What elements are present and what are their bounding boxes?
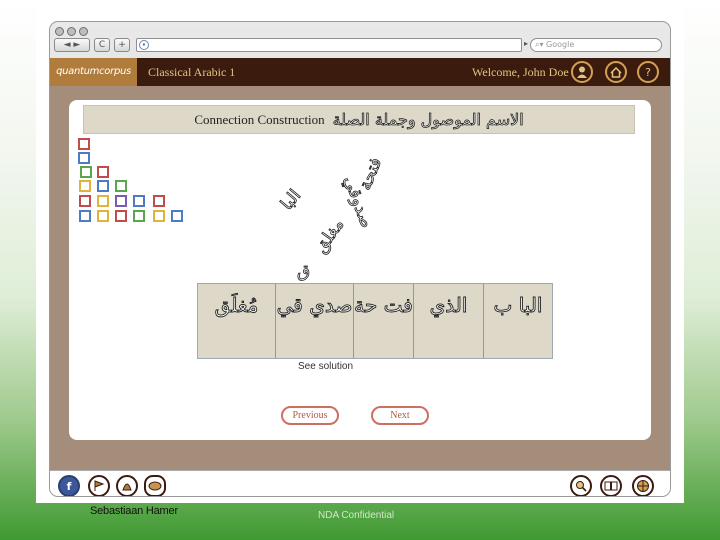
app-logo[interactable]: quantumcorpus bbox=[50, 58, 137, 86]
block-icon bbox=[97, 180, 109, 192]
welcome-text: Welcome, John Doe bbox=[472, 65, 569, 79]
block-icon bbox=[97, 195, 109, 207]
block-icon bbox=[97, 210, 109, 222]
block-icon bbox=[153, 210, 165, 222]
author-label: Sebastiaan Hamer bbox=[90, 505, 178, 517]
window-zoom-dot[interactable] bbox=[79, 27, 88, 36]
stamp-icon[interactable] bbox=[116, 475, 138, 496]
globe-icon: • bbox=[139, 40, 149, 50]
help-icon[interactable]: ? bbox=[637, 61, 659, 83]
flag-icon[interactable] bbox=[88, 475, 110, 496]
search-icon: ⌕▾ bbox=[535, 40, 547, 49]
magnifier-icon[interactable] bbox=[570, 475, 592, 496]
confidential-label: NDA Confidential bbox=[318, 510, 395, 521]
block-icon bbox=[153, 195, 165, 207]
next-button[interactable]: Next bbox=[371, 406, 429, 425]
search-input[interactable]: ⌕▾ Google bbox=[530, 38, 662, 52]
answer-cards: مُغلَق صدي قي فت حة الذي البا ب bbox=[197, 283, 553, 359]
back-forward-buttons[interactable]: ◄ ► bbox=[54, 38, 90, 52]
compass-icon[interactable] bbox=[632, 475, 654, 496]
scattered-fragment[interactable]: مغلق bbox=[310, 215, 348, 258]
lesson-stage: Connection Construction الاسم الموصول وج… bbox=[50, 86, 670, 470]
course-title: Classical Arabic 1 bbox=[148, 65, 236, 79]
bread-icon[interactable] bbox=[144, 475, 166, 496]
user-icon[interactable] bbox=[571, 61, 593, 83]
book-icon[interactable] bbox=[600, 475, 622, 496]
block-icon bbox=[115, 195, 127, 207]
block-icon bbox=[115, 210, 127, 222]
word-card[interactable]: مُغلَق bbox=[198, 284, 276, 358]
scattered-fragment[interactable]: البا bbox=[277, 185, 306, 214]
block-icon bbox=[79, 180, 91, 192]
reload-button[interactable]: C bbox=[94, 38, 110, 52]
search-placeholder: Google bbox=[546, 40, 575, 49]
add-tab-button[interactable]: + bbox=[114, 38, 130, 52]
block-icon bbox=[79, 195, 91, 207]
app-header: quantumcorpus Classical Arabic 1 Welcome… bbox=[50, 58, 670, 86]
bottom-toolbar: f bbox=[50, 470, 670, 496]
facebook-icon[interactable]: f bbox=[58, 475, 80, 496]
block-icon bbox=[80, 166, 92, 178]
word-card[interactable]: فت حة bbox=[354, 284, 414, 358]
see-solution-link[interactable]: See solution bbox=[298, 361, 353, 372]
slide: ◄ ► C + • ▸ ⌕▾ Google quantumcorpus Clas… bbox=[36, 9, 684, 503]
lesson-title-english: Connection Construction bbox=[194, 111, 325, 127]
block-icon bbox=[171, 210, 183, 222]
block-icon bbox=[133, 195, 145, 207]
word-card[interactable]: صدي قي bbox=[276, 284, 354, 358]
home-icon[interactable] bbox=[605, 61, 627, 83]
block-icon bbox=[79, 210, 91, 222]
word-card[interactable]: الذي bbox=[414, 284, 484, 358]
window-close-dot[interactable] bbox=[55, 27, 64, 36]
block-icon bbox=[78, 138, 90, 150]
window-minimize-dot[interactable] bbox=[67, 27, 76, 36]
lesson-panel: Connection Construction الاسم الموصول وج… bbox=[69, 100, 651, 440]
scattered-fragment[interactable]: ق bbox=[297, 262, 311, 283]
browser-toolbar: ◄ ► C + • ▸ ⌕▾ Google bbox=[50, 36, 670, 58]
lesson-title-arabic: الاسم الموصول وجملة الصلة bbox=[332, 110, 524, 130]
previous-button[interactable]: Previous bbox=[281, 406, 339, 425]
block-icon bbox=[78, 152, 90, 164]
block-icon bbox=[97, 166, 109, 178]
block-icon bbox=[115, 180, 127, 192]
browser-window: ◄ ► C + • ▸ ⌕▾ Google quantumcorpus Clas… bbox=[49, 21, 671, 497]
address-bar[interactable]: • bbox=[136, 38, 522, 52]
blocks-illustration bbox=[69, 100, 209, 240]
chevron-down-icon[interactable]: ▸ bbox=[524, 39, 528, 48]
block-icon bbox=[133, 210, 145, 222]
word-card[interactable]: البا ب bbox=[484, 284, 552, 358]
